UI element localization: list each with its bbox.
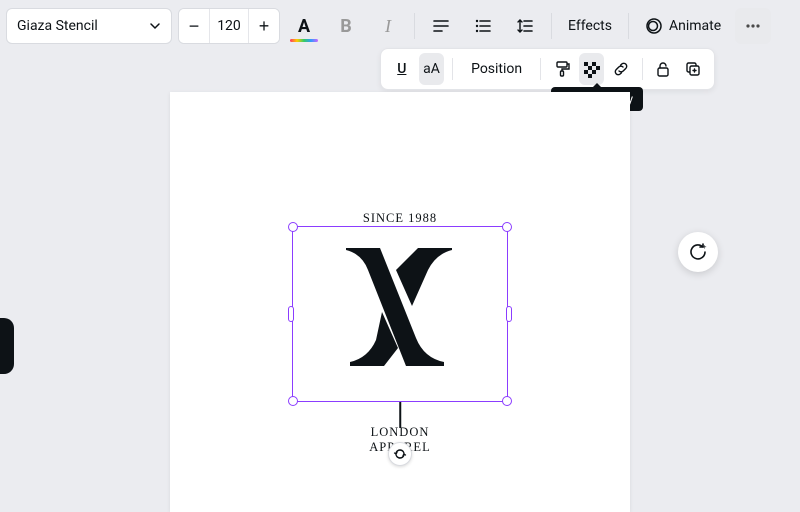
animate-label: Animate: [669, 18, 721, 34]
side-panel-tab[interactable]: [0, 318, 14, 374]
text-align-button[interactable]: [423, 8, 459, 44]
more-icon: [744, 17, 762, 35]
divider: [628, 13, 629, 39]
rotate-icon: [393, 447, 407, 461]
divider: [414, 13, 415, 39]
resize-handle-br[interactable]: [502, 396, 512, 406]
bold-button[interactable]: B: [328, 8, 364, 44]
text-color-button[interactable]: A: [286, 8, 322, 44]
list-button[interactable]: [465, 8, 501, 44]
refresh-icon: +: [688, 242, 708, 262]
font-size-input[interactable]: 120: [209, 9, 249, 43]
font-size-increase-button[interactable]: +: [249, 9, 279, 43]
list-icon: [474, 17, 492, 35]
resize-handle-mr[interactable]: [506, 306, 512, 322]
top-toolbar: Giaza Stencil − 120 + A B I Effects Anim…: [6, 6, 794, 46]
resize-handle-bl[interactable]: [288, 396, 298, 406]
chevron-down-icon: [149, 20, 161, 32]
font-family-select[interactable]: Giaza Stencil: [6, 8, 172, 44]
spacing-icon: [516, 17, 534, 35]
svg-text:+: +: [703, 244, 707, 251]
animate-button[interactable]: Animate: [637, 8, 729, 44]
more-button[interactable]: [735, 8, 771, 44]
since-text[interactable]: SINCE 1988: [170, 211, 630, 226]
divider: [551, 13, 552, 39]
floating-action-button[interactable]: +: [678, 232, 718, 272]
spacing-button[interactable]: [507, 8, 543, 44]
italic-button[interactable]: I: [370, 8, 406, 44]
resize-handle-tl[interactable]: [288, 222, 298, 232]
font-size-decrease-button[interactable]: −: [179, 9, 209, 43]
animate-icon: [645, 17, 663, 35]
design-page[interactable]: SINCE 1988 LONDON APPAREL: [170, 92, 630, 512]
effects-button[interactable]: Effects: [560, 8, 620, 44]
align-icon: [432, 17, 450, 35]
london-text[interactable]: LONDON: [170, 425, 630, 440]
resize-handle-ml[interactable]: [288, 306, 294, 322]
rotate-handle[interactable]: [388, 442, 412, 466]
resize-handle-tr[interactable]: [502, 222, 512, 232]
canvas-area[interactable]: SINCE 1988 LONDON APPAREL: [0, 52, 800, 504]
font-size-group: − 120 +: [178, 8, 280, 44]
color-bar-icon: [290, 39, 318, 42]
selection-box[interactable]: [292, 226, 508, 402]
font-name: Giaza Stencil: [17, 18, 98, 34]
